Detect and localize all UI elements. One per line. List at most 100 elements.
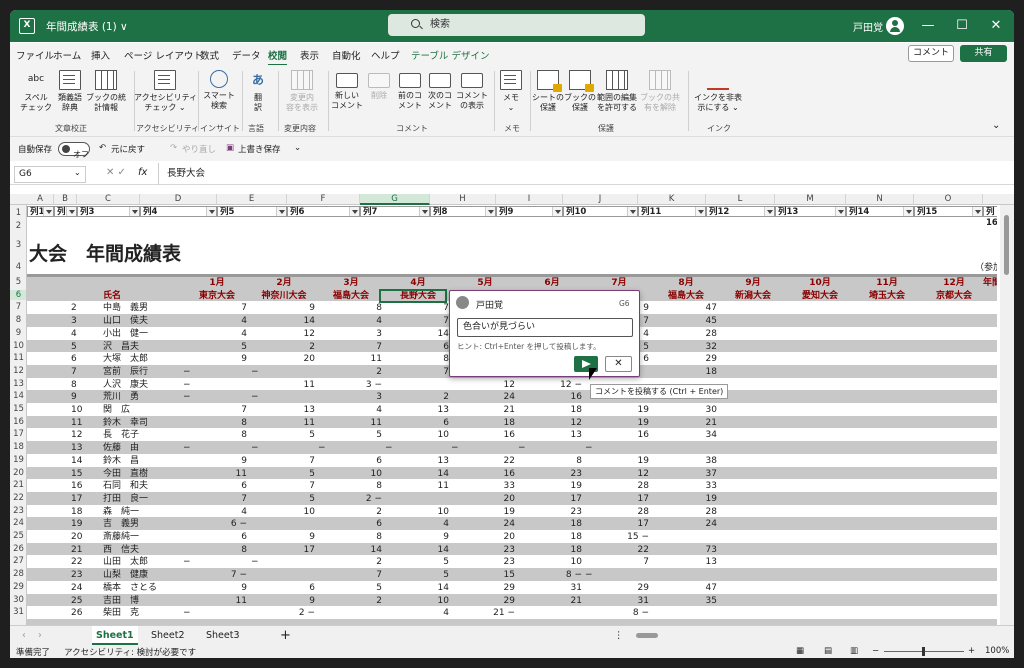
score-cell[interactable]: 28 [677, 506, 717, 518]
score-cell[interactable]: 33 [677, 480, 717, 492]
column-header[interactable]: M [775, 194, 846, 205]
score-cell[interactable]: 31 [542, 582, 582, 594]
score-cell[interactable]: 22 [475, 455, 515, 467]
score-cell[interactable]: 14 [409, 582, 449, 594]
filter-dropdown-icon[interactable] [552, 207, 562, 216]
score-cell[interactable]: 6 [409, 417, 449, 429]
row-header[interactable]: 17 [10, 429, 26, 439]
row-number-cell[interactable]: 19 [71, 518, 82, 530]
formula-input[interactable]: 長野大会 [158, 163, 998, 185]
score-cell[interactable]: 8 [342, 480, 382, 492]
row-header[interactable]: 27 [10, 556, 26, 566]
row-number-cell[interactable]: 15 [71, 468, 82, 480]
name-cell[interactable]: 佐藤 由 [103, 442, 139, 454]
score-cell[interactable]: 11 [409, 480, 449, 492]
score-cell[interactable]: 13 [409, 455, 449, 467]
filter-dropdown-icon[interactable] [485, 207, 495, 216]
row-number-cell[interactable]: 18 [71, 506, 82, 518]
filter-header-15[interactable]: 列15 [914, 206, 983, 217]
score-cell[interactable]: 16 [475, 429, 515, 441]
score-cell[interactable]: 5 [275, 493, 315, 505]
row-header[interactable]: 2 [10, 221, 26, 231]
menu-view[interactable]: 表示 [300, 48, 319, 62]
name-cell[interactable]: 鈴木 昌 [103, 455, 139, 467]
window-title[interactable]: 年間成績表 (1) ∨ [46, 19, 128, 34]
score-cell[interactable]: 47 [677, 302, 717, 314]
maximize-button[interactable]: ☐ [952, 16, 972, 36]
accessibility-status[interactable]: アクセシビリティ: 検討が必要です [64, 646, 196, 658]
menu-help[interactable]: ヘルプ [371, 48, 400, 62]
filter-header-3[interactable]: 列3 [77, 206, 140, 217]
score-cell[interactable]: 11 [207, 595, 247, 607]
row-header[interactable]: 30 [10, 595, 26, 605]
score-cell[interactable]: 9 [275, 302, 315, 314]
row-number-cell[interactable]: 9 [71, 391, 77, 403]
avatar-icon[interactable] [886, 17, 904, 35]
score-cell[interactable]: 28 [609, 506, 649, 518]
filter-header-2[interactable]: 列2 [54, 206, 77, 217]
score-cell[interactable]: 7 [207, 493, 247, 505]
name-cell[interactable]: 斎藤純一 [103, 531, 139, 543]
comments-button[interactable]: コメント [908, 45, 954, 62]
name-cell[interactable]: 橋本 さとる [103, 582, 157, 594]
show-comments-button[interactable]: コメント の表示 [454, 70, 490, 111]
name-cell[interactable]: 石同 和夫 [103, 480, 148, 492]
score-cell[interactable]: 17 [609, 493, 649, 505]
score-cell[interactable]: 8 [207, 417, 247, 429]
row-number-cell[interactable]: 26 [71, 607, 82, 619]
menu-table-design[interactable]: テーブル デザイン [411, 48, 489, 62]
score-cell[interactable]: 8 [542, 455, 582, 467]
filter-dropdown-icon[interactable] [276, 207, 286, 216]
score-cell[interactable]: 24 [475, 518, 515, 530]
score-cell[interactable]: 14 [409, 468, 449, 480]
row-header[interactable]: 14 [10, 391, 26, 401]
score-cell[interactable]: 10 [275, 506, 315, 518]
name-cell[interactable]: 中島 義男 [103, 302, 148, 314]
row-header[interactable]: 25 [10, 531, 26, 541]
worksheet-grid[interactable]: 列1 列2 列3 列4 列5 列6 列7 列8 列9 列10 列11 列12 列13 列14 列15 列16 … [27, 205, 997, 625]
name-cell[interactable]: 森 純一 [103, 506, 139, 518]
horizontal-scrollbar-thumb[interactable] [636, 633, 658, 638]
score-cell[interactable]: 29 [609, 582, 649, 594]
filter-dropdown-icon[interactable] [129, 207, 139, 216]
row-header[interactable]: 6 [10, 289, 26, 300]
filter-header-10[interactable]: 列10 [563, 206, 638, 217]
score-cell[interactable]: 8 [207, 544, 247, 556]
filter-header-13[interactable]: 列13 [775, 206, 846, 217]
row-header[interactable]: 13 [10, 379, 26, 389]
save-label[interactable]: 上書き保存 [238, 143, 281, 155]
filter-dropdown-icon[interactable] [627, 207, 637, 216]
score-cell[interactable]: 33 [475, 480, 515, 492]
score-cell[interactable]: 20 [475, 493, 515, 505]
score-cell[interactable]: 7 [275, 455, 315, 467]
score-cell[interactable]: 13 [275, 404, 315, 416]
customize-qat-icon[interactable]: ⌄ [294, 143, 301, 153]
column-header[interactable]: C [77, 194, 140, 205]
score-cell[interactable]: 13 [677, 556, 717, 568]
score-cell[interactable]: 23 [542, 506, 582, 518]
hide-ink-button[interactable]: インクを非表 示にする ⌄ [690, 70, 746, 113]
column-header[interactable]: N [846, 194, 914, 205]
row-header[interactable]: 24 [10, 518, 26, 528]
score-cell[interactable]: 5 [207, 341, 247, 353]
score-cell[interactable]: 35 [677, 595, 717, 607]
filter-header-7[interactable]: 列7 [360, 206, 430, 217]
score-cell[interactable]: 9 [207, 353, 247, 365]
score-cell[interactable]: 37 [677, 468, 717, 480]
score-cell[interactable]: 11 [342, 353, 382, 365]
score-cell[interactable]: − [251, 391, 291, 403]
score-cell[interactable]: 6 [275, 582, 315, 594]
score-cell[interactable]: − [183, 379, 223, 391]
filter-dropdown-icon[interactable] [764, 207, 774, 216]
score-cell[interactable]: 21 − [475, 607, 515, 619]
name-cell[interactable]: 打田 良一 [103, 493, 148, 505]
thesaurus-button[interactable]: 類義語 辞典 [52, 70, 88, 113]
score-cell[interactable]: 24 [677, 518, 717, 530]
name-cell[interactable]: 鈴木 幸司 [103, 417, 148, 429]
filter-header-9[interactable]: 列9 [496, 206, 563, 217]
score-cell[interactable]: 14 [409, 544, 449, 556]
column-header[interactable]: A [27, 194, 54, 205]
score-cell[interactable]: 8 [207, 429, 247, 441]
protect-workbook-button[interactable]: ブックの 保護 [562, 70, 598, 113]
score-cell[interactable]: 18 [677, 366, 717, 378]
